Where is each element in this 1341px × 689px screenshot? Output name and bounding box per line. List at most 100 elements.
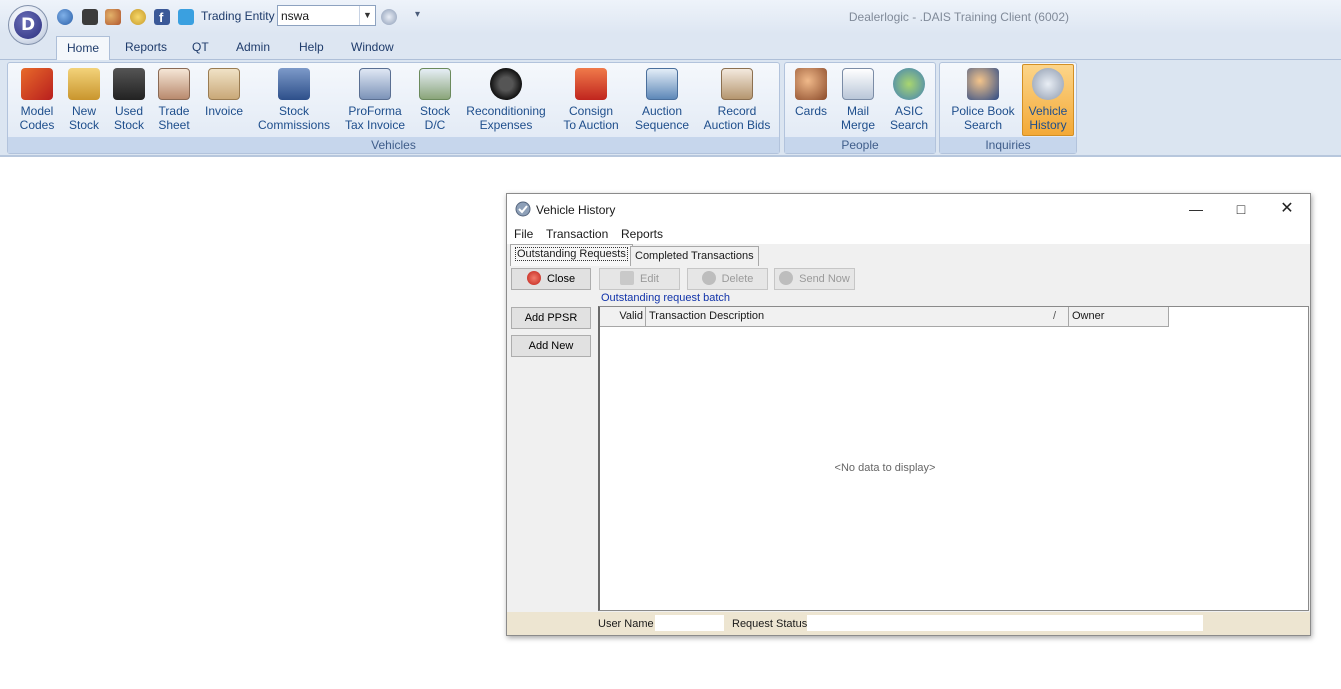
ribbon-group-vehicles: Model Codes New Stock Used Stock Trade S… — [7, 62, 780, 154]
tab-completed-transactions[interactable]: Completed Transactions — [630, 246, 759, 266]
dialog-title-bar[interactable]: Vehicle History — □ ✕ — [507, 194, 1310, 224]
facebook-icon[interactable]: f — [154, 9, 170, 25]
globe-icon[interactable] — [57, 9, 73, 25]
chevron-down-icon[interactable]: ▼ — [359, 6, 375, 25]
dialog-title: Vehicle History — [536, 203, 616, 217]
asic-search-button[interactable]: ASIC Search — [886, 66, 932, 136]
button-label: Expenses — [479, 118, 533, 132]
minimize-icon[interactable]: — — [1173, 194, 1219, 224]
tab-label: Outstanding Requests — [515, 247, 628, 261]
delete-button[interactable]: Delete — [687, 268, 768, 290]
button-label: D/C — [424, 118, 446, 132]
request-status-label: Request Status — [732, 618, 808, 630]
edit-button-label: Edit — [640, 273, 659, 285]
add-new-button[interactable]: Add New — [511, 335, 591, 357]
edit-button[interactable]: Edit — [599, 268, 680, 290]
model-codes-button[interactable]: Model Codes — [13, 66, 61, 136]
invoice-button[interactable]: Invoice — [200, 66, 248, 136]
tab-label: Completed Transactions — [635, 250, 754, 262]
button-label: ASIC — [894, 104, 923, 118]
trade-sheet-button[interactable]: Trade Sheet — [154, 66, 194, 136]
menu-reports[interactable]: Reports — [621, 227, 663, 241]
stock-commissions-button[interactable]: Stock Commissions — [254, 66, 334, 136]
record-auction-bids-button[interactable]: Record Auction Bids — [700, 66, 774, 136]
trade-sheet-icon — [158, 68, 190, 100]
tab-window[interactable]: Window — [341, 36, 404, 60]
trading-entity-value: nswa — [281, 9, 310, 23]
button-label: Stock — [278, 104, 309, 118]
ribbon-tab-bar: Home Reports QT Admin Help Window — [0, 34, 1341, 60]
send-now-button[interactable]: Send Now — [774, 268, 855, 290]
button-label: Auction Bids — [703, 118, 771, 132]
cards-icon — [795, 68, 827, 100]
stock-dc-button[interactable]: Stock D/C — [413, 66, 457, 136]
user-name-label: User Name — [598, 618, 654, 630]
trading-entity-select[interactable]: nswa ▼ — [277, 5, 376, 26]
car-icon[interactable] — [82, 9, 98, 25]
tab-home[interactable]: Home — [56, 36, 111, 60]
refresh-icon[interactable] — [381, 9, 397, 25]
group-label-people: People — [785, 137, 935, 153]
tab-admin[interactable]: Admin — [226, 36, 280, 60]
tab-reports[interactable]: Reports — [115, 36, 177, 60]
button-label: Police Book — [951, 104, 1015, 118]
send-icon — [779, 271, 794, 285]
add-ppsr-button[interactable]: Add PPSR — [511, 307, 591, 329]
tab-outstanding-requests[interactable]: Outstanding Requests — [510, 244, 633, 266]
fire-truck-icon — [575, 68, 607, 100]
proforma-tax-invoice-button[interactable]: ProForma Tax Invoice — [342, 66, 408, 136]
reconditioning-expenses-button[interactable]: Reconditioning Expenses — [463, 66, 549, 136]
maximize-icon[interactable]: □ — [1218, 194, 1264, 224]
record-bids-icon — [721, 68, 753, 100]
window-title: Dealerlogic - .DAIS Training Client (600… — [848, 10, 1069, 24]
button-label: Search — [889, 118, 929, 132]
menu-file[interactable]: File — [514, 227, 533, 241]
button-label: Search — [963, 118, 1003, 132]
application-menu-button[interactable]: D — [8, 5, 48, 45]
close-icon[interactable]: ✕ — [1264, 194, 1310, 224]
outstanding-batch-label: Outstanding request batch — [601, 292, 731, 304]
dialog-menu-bar: File Transaction Reports — [507, 224, 1310, 244]
button-label: Codes — [19, 118, 55, 132]
button-label: Mail — [846, 104, 869, 118]
police-book-search-button[interactable]: Police Book Search — [946, 66, 1020, 136]
menu-transaction[interactable]: Transaction — [546, 227, 608, 241]
column-header-valid[interactable]: Valid — [600, 307, 646, 327]
police-icon — [967, 68, 999, 100]
button-label: Sequence — [634, 118, 690, 132]
close-circle-icon — [526, 271, 541, 285]
column-header-transaction-description[interactable]: Transaction Description / — [646, 307, 1069, 327]
stock-commissions-icon — [278, 68, 310, 100]
button-label: Trade — [158, 104, 190, 118]
proforma-icon — [359, 68, 391, 100]
twitter-icon[interactable] — [178, 9, 194, 25]
mail-merge-button[interactable]: Mail Merge — [835, 66, 881, 136]
sort-indicator-icon: / — [1052, 310, 1056, 322]
requests-grid[interactable]: Valid Transaction Description / Owner <N… — [598, 306, 1309, 611]
consign-to-auction-button[interactable]: Consign To Auction — [559, 66, 623, 136]
tab-qt[interactable]: QT — [182, 36, 219, 60]
new-stock-icon — [68, 68, 100, 100]
column-header-owner[interactable]: Owner — [1069, 307, 1169, 327]
button-label: Merge — [840, 118, 875, 132]
cards-button[interactable]: Cards — [790, 66, 832, 136]
tyre-icon — [490, 68, 522, 100]
tab-help[interactable]: Help — [289, 36, 334, 60]
used-stock-button[interactable]: Used Stock — [109, 66, 149, 136]
button-label: Vehicle — [1028, 104, 1068, 118]
close-button[interactable]: Close — [511, 268, 591, 290]
invoice-icon — [208, 68, 240, 100]
people-icon[interactable] — [105, 9, 121, 25]
button-label: Record — [717, 104, 757, 118]
customize-toolbar-icon[interactable]: ▾ — [415, 9, 420, 20]
button-label: Stock — [419, 104, 450, 118]
asic-search-icon — [893, 68, 925, 100]
smiley-icon[interactable] — [130, 9, 146, 25]
button-label: Invoice — [204, 104, 244, 118]
button-label: ProForma — [348, 104, 402, 118]
new-stock-button[interactable]: New Stock — [64, 66, 104, 136]
vehicle-history-button[interactable]: Vehicle History — [1022, 64, 1074, 136]
auction-sequence-button[interactable]: Auction Sequence — [632, 66, 692, 136]
trading-entity-label: Trading Entity — [201, 9, 275, 23]
ribbon: Model Codes New Stock Used Stock Trade S… — [0, 60, 1341, 157]
